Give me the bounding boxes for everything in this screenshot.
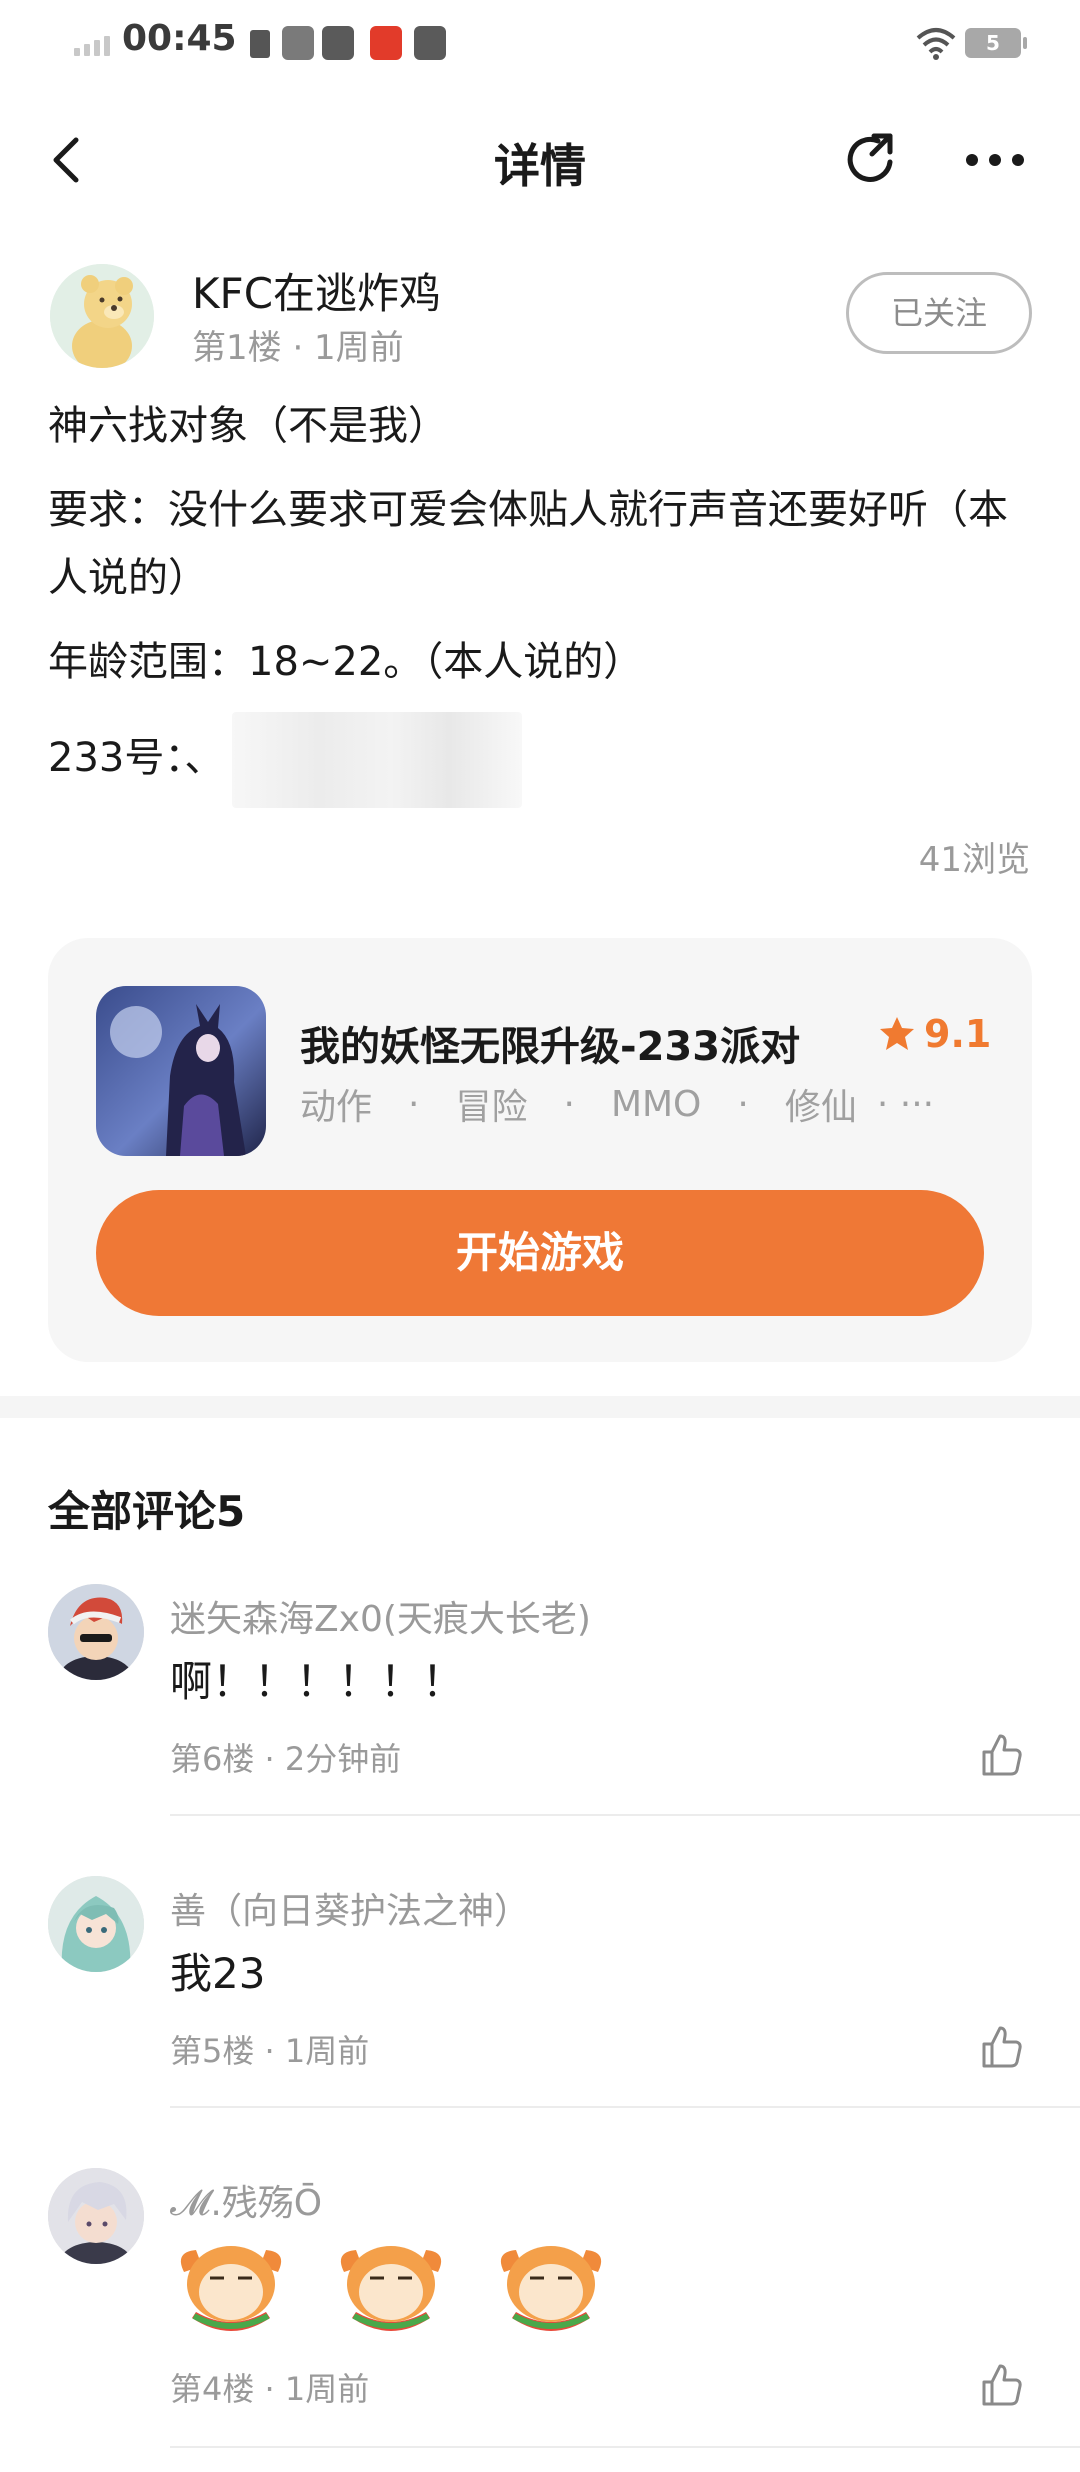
comment-meta: 第4楼 · 1周前: [170, 2370, 370, 2408]
star-icon: [880, 1017, 914, 1050]
comment-meta: 第6楼 · 2分钟前: [170, 1740, 402, 1778]
commenter-avatar[interactable]: [48, 1876, 144, 1972]
status-time: 00:45: [122, 18, 237, 59]
game-icon[interactable]: [96, 986, 266, 1156]
start-game-button[interactable]: 开始游戏: [96, 1190, 984, 1316]
sticker-row: [170, 2232, 612, 2344]
commenter-name[interactable]: 𝓜.残殇Ō: [170, 2174, 322, 2226]
post-id-label: 233号：、: [48, 735, 225, 781]
comment-item: 𝓜.残殇Ō 第4楼 · 1周前: [0, 2168, 1080, 2472]
rating-score: 9.1: [924, 1012, 992, 1056]
post-line: 要求：没什么要求可爱会体贴人就行声音还要好听（本人说的）: [48, 487, 1008, 601]
post-content: 神六找对象（不是我） 要求：没什么要求可爱会体贴人就行声音还要好听（本人说的） …: [48, 392, 1038, 824]
author-avatar[interactable]: [50, 264, 154, 368]
signal-icon: [74, 36, 110, 56]
comment-separator: [170, 2446, 1080, 2448]
tag-separator: ·: [408, 1083, 420, 1125]
post-floor-time: 第1楼 · 1周前: [192, 328, 404, 368]
post-detail-page: 00:45 5 详情 KFC在逃炸鸡 第1楼 · 1周前 已关注 神六找对象（不…: [0, 0, 1080, 2472]
app-notification-icon: [282, 26, 314, 60]
comments-header: 全部评论5: [48, 1487, 246, 1536]
tags-more: · ···: [876, 1083, 935, 1125]
nav-bar: 详情: [0, 110, 1080, 210]
post-id-line: 233号：、: [48, 712, 1038, 808]
toutiao-icon: [322, 26, 354, 60]
view-count: 41浏览: [918, 840, 1030, 880]
thumbs-up-icon[interactable]: [978, 2362, 1024, 2408]
post-author: KFC在逃炸鸡 第1楼 · 1周前 已关注: [0, 258, 1080, 378]
thumbs-up-icon[interactable]: [978, 1732, 1024, 1778]
comment-text: 啊！！！！！！: [170, 1657, 465, 1706]
commenter-avatar[interactable]: [48, 1584, 144, 1680]
comment-item: 迷矢森海Zx0(天痕大长老) 啊！！！！！！ 第6楼 · 2分钟前: [0, 1584, 1080, 1820]
redacted-area: [232, 712, 523, 808]
tag-separator: ·: [563, 1083, 575, 1125]
game-tag: 冒险: [455, 1087, 528, 1128]
status-bar: 00:45 5: [0, 0, 1080, 90]
comment-meta: 第5楼 · 1周前: [170, 2032, 370, 2070]
game-tag: MMO: [610, 1083, 702, 1125]
game-tags: 动作 · 冒险 · MMO · 修仙 · ···: [300, 1078, 934, 1130]
battery-icon: 5: [965, 28, 1027, 58]
follow-button[interactable]: 已关注: [846, 272, 1032, 354]
comment-item: 善（向日葵护法之神） 我23 第5楼 · 1周前: [0, 1876, 1080, 2112]
commenter-name[interactable]: 善（向日葵护法之神）: [170, 1882, 530, 1934]
message-icon: [414, 26, 446, 60]
comment-separator: [170, 1814, 1080, 1816]
wifi-icon: [916, 28, 956, 60]
watermelon-dog-sticker[interactable]: [490, 2232, 612, 2344]
sim-icon: [250, 30, 270, 58]
game-name[interactable]: 我的妖怪无限升级-233派对: [300, 1014, 800, 1072]
commenter-avatar[interactable]: [48, 2168, 144, 2264]
post-line: 神六找对象（不是我）: [48, 403, 448, 449]
author-name[interactable]: KFC在逃炸鸡: [192, 260, 441, 321]
game-rating: 9.1: [878, 1012, 991, 1056]
commenter-name[interactable]: 迷矢森海Zx0(天痕大长老): [170, 1590, 591, 1642]
thumbs-up-icon[interactable]: [978, 2024, 1024, 2070]
section-divider: [0, 1396, 1080, 1418]
comment-text: 我23: [170, 1949, 266, 1998]
watermelon-dog-sticker[interactable]: [330, 2232, 452, 2344]
share-icon[interactable]: [840, 128, 904, 192]
game-tag: 动作: [300, 1087, 373, 1128]
shopping-app-icon: [370, 26, 402, 60]
game-card[interactable]: 我的妖怪无限升级-233派对 9.1 动作 · 冒险 · MMO · 修仙 · …: [48, 938, 1032, 1362]
game-tag: 修仙: [784, 1087, 857, 1128]
post-line: 年龄范围：18~22。（本人说的）: [48, 639, 644, 685]
tag-separator: ·: [737, 1083, 749, 1125]
more-options-icon[interactable]: [960, 140, 1030, 180]
watermelon-dog-sticker[interactable]: [170, 2232, 292, 2344]
comment-separator: [170, 2106, 1080, 2108]
page-title: 详情: [494, 139, 586, 193]
